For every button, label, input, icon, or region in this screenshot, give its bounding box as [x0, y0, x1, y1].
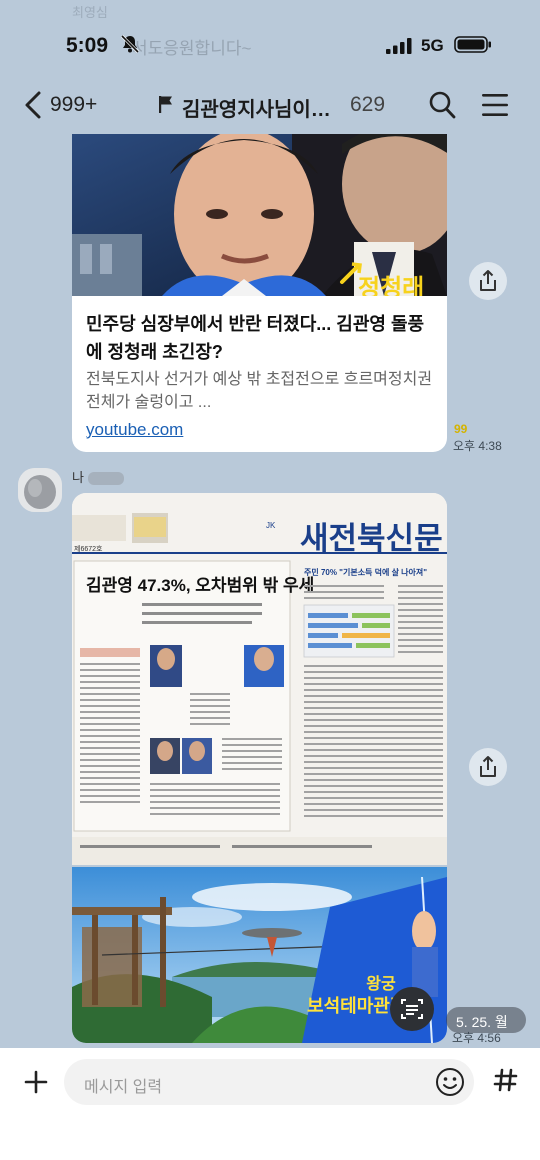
- share-button[interactable]: [469, 262, 507, 300]
- signal-icon: [386, 38, 412, 54]
- avatar[interactable]: [18, 468, 62, 512]
- sender-name-blur: [87, 472, 124, 486]
- link-domain[interactable]: youtube.com: [86, 420, 183, 440]
- thumbnail-caption: 정청래: [358, 275, 424, 296]
- message-time: 오후 4:38: [453, 439, 502, 453]
- avatar-image: [18, 468, 62, 512]
- masthead: 새전북신문: [300, 521, 443, 556]
- link-description: 전북도지사 선거가 예상 밖 초접전으로 흐르며정치권 전체가 술렁이고 ...: [86, 371, 433, 411]
- flag-icon: [159, 96, 172, 113]
- svg-text:JK: JK: [266, 521, 276, 530]
- back-arrow-icon[interactable]: [22, 90, 44, 120]
- share-button[interactable]: [469, 748, 507, 786]
- text-scan-button[interactable]: [390, 987, 434, 1031]
- sender-name-text: 나: [72, 470, 84, 485]
- back-unread-count[interactable]: 999+: [50, 93, 97, 117]
- link-preview-card[interactable]: 정청래 민주당 심장부에서 반란 터졌다... 김관영 돌풍에 정청래 초긴장?…: [72, 134, 447, 452]
- message-input-placeholder: 메시지 입력: [84, 1079, 163, 1096]
- network-type: 5G: [421, 36, 444, 55]
- link-title[interactable]: 민주당 심장부에서 반란 터졌다... 김관영 돌풍에 정청래 초긴장?: [86, 310, 436, 366]
- plus-icon[interactable]: [18, 1064, 54, 1100]
- status-time: 5:09: [66, 34, 109, 57]
- bell-muted-icon: [120, 34, 140, 54]
- member-count[interactable]: 629: [350, 93, 385, 117]
- ghost-preview-top: 최영심: [72, 5, 108, 20]
- search-icon[interactable]: [428, 90, 456, 120]
- issue-number: 제6672호: [74, 545, 103, 553]
- thumbnail-image: 정청래: [72, 134, 447, 296]
- newspaper-photo[interactable]: JK 새전북신문 제6672호 김관영 47.3%, 오차범위 밖 우세 주민 …: [72, 493, 447, 865]
- share-icon: [480, 756, 496, 777]
- sender-name[interactable]: 나: [72, 467, 124, 486]
- unread-count: 99: [454, 422, 468, 436]
- battery-icon: [454, 36, 491, 53]
- menu-icon[interactable]: [482, 93, 508, 117]
- message-time: 오후 4:56: [452, 1031, 501, 1045]
- scan-text-icon: [401, 999, 423, 1019]
- newspaper-image: JK 새전북신문 제6672호 김관영 47.3%, 오차범위 밖 우세 주민 …: [72, 493, 447, 865]
- chat-title[interactable]: 김관영지사님이…: [182, 93, 331, 122]
- emoji-icon[interactable]: [434, 1066, 466, 1098]
- ghost-preview-text: 서도응원합니다~: [132, 39, 252, 58]
- share-icon: [480, 270, 496, 291]
- hashtag-icon[interactable]: [488, 1062, 524, 1098]
- side-headline: 주민 70% "기본소득 덕에 살 나아져": [304, 567, 427, 577]
- newspaper-headline: 김관영 47.3%, 오차범위 밖 우세: [86, 576, 314, 595]
- video-thumbnail[interactable]: 정청래: [72, 134, 447, 296]
